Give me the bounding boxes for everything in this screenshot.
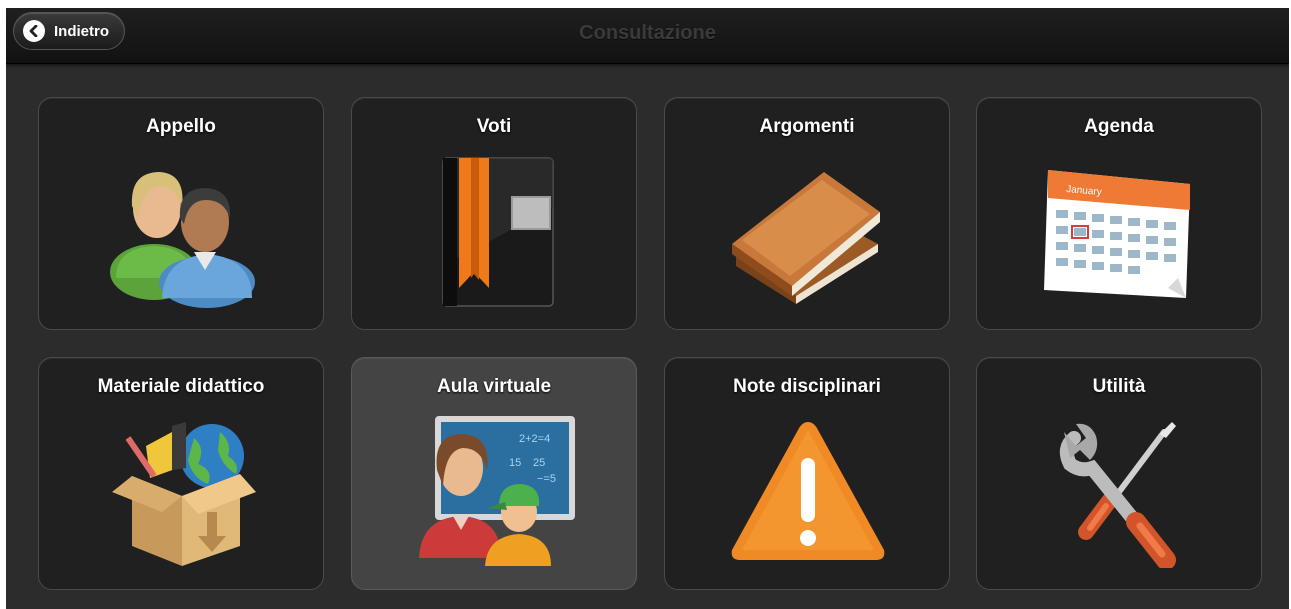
tile-note-disciplinari[interactable]: Note disciplinari: [664, 357, 950, 590]
grade-book-icon: [415, 148, 575, 308]
page-title: Consultazione: [579, 22, 716, 44]
tile-label: Agenda: [1084, 116, 1154, 137]
people-icon: [102, 148, 262, 308]
tile-materiale-didattico[interactable]: Materiale didattico: [38, 357, 324, 590]
tile-utilita[interactable]: Utilità: [976, 357, 1262, 590]
board-text-4: 15: [509, 457, 521, 469]
tile-argomenti[interactable]: Argomenti: [664, 97, 950, 330]
board-text-1: 2+2=4: [519, 433, 550, 445]
virtual-classroom-icon: 2+2=4 25 −=5 15: [415, 408, 575, 568]
tile-voti[interactable]: Voti: [351, 97, 637, 330]
tools-icon: [1040, 408, 1200, 570]
tile-label: Aula virtuale: [436, 376, 552, 397]
calendar-icon: January: [1040, 148, 1200, 308]
board-text-3: −=5: [537, 473, 556, 485]
warning-icon: [728, 408, 888, 568]
header-bar: Indietro Consultazione: [6, 8, 1289, 64]
tile-appello[interactable]: Appello: [38, 97, 324, 330]
tile-label: Utilità: [1092, 376, 1146, 397]
app-window: Indietro Consultazione Appello Voti Argo…: [6, 8, 1289, 609]
tile-label: Voti: [476, 116, 512, 137]
tile-aula-virtuale[interactable]: Aula virtuale 2+2=4 25 −=5 15: [351, 357, 637, 590]
tile-label: Materiale didattico: [97, 376, 265, 397]
materials-box-icon: [102, 408, 262, 568]
board-text-2: 25: [533, 457, 545, 469]
tile-label: Appello: [146, 116, 216, 137]
tile-agenda[interactable]: Agenda January: [976, 97, 1262, 330]
books-icon: [728, 148, 888, 308]
tile-label: Note disciplinari: [733, 376, 881, 397]
tile-label: Argomenti: [759, 116, 855, 137]
